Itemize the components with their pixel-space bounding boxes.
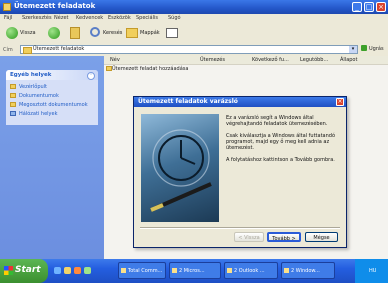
back-button-label[interactable]: Vissza <box>20 30 36 36</box>
scheduled-task-wizard: Ütemezett feladatok varázsló × Ez a vará… <box>133 96 347 248</box>
link-network-places[interactable]: Hálózati helyek <box>19 111 57 117</box>
wizard-instructions-text: Csak kiválasztja a Windows által futtata… <box>226 133 335 151</box>
list-item[interactable]: Ütemezett feladat hozzáadása <box>112 66 188 72</box>
quicklaunch-folder-icon[interactable] <box>64 267 71 274</box>
go-arrow-icon[interactable] <box>361 45 367 51</box>
collapse-chevron-icon[interactable]: ˄ <box>87 72 95 80</box>
address-dropdown-icon[interactable]: ▾ <box>349 46 357 53</box>
scheduled-tasks-folder-icon <box>3 3 11 11</box>
language-indicator[interactable]: HU <box>369 268 376 274</box>
menu-favorites[interactable]: Kedvencek <box>76 15 103 21</box>
control-panel-icon <box>10 84 16 89</box>
folders-button-label[interactable]: Mappák <box>140 30 160 36</box>
documents-icon <box>10 93 16 98</box>
taskbar-item-microsoft[interactable]: 2 Micros... <box>169 262 221 279</box>
other-places-panel: Egyéb helyek ˄ Vezérlőpult Dokumentumok … <box>6 70 98 125</box>
quicklaunch-media-icon[interactable] <box>74 267 81 274</box>
taskbar-item-total-commander[interactable]: Total Comm... <box>118 262 166 279</box>
search-button-label[interactable]: Keresés <box>103 30 122 36</box>
shared-documents-icon <box>10 102 16 107</box>
folder-icon <box>23 47 32 54</box>
quicklaunch-app-icon[interactable] <box>84 267 91 274</box>
taskbar-item-label: 2 Outlook ... <box>234 268 265 274</box>
address-bar: Cím Ütemezett feladatok ▾ Ugrás <box>0 43 388 57</box>
col-next-run[interactable]: Következő fu... <box>252 57 289 63</box>
taskbar-item-label: 2 Window... <box>291 268 320 274</box>
taskbar-item-label: 2 Micros... <box>179 268 205 274</box>
taskbar: Start Total Comm... 2 Micros... 2 Outloo… <box>0 259 388 283</box>
dialog-close-button[interactable]: × <box>336 98 344 106</box>
taskbar-item-label: Total Comm... <box>128 268 163 274</box>
microsoft-app-icon <box>172 268 177 273</box>
windows-explorer-icon <box>284 268 289 273</box>
col-status[interactable]: Állapot <box>340 57 357 63</box>
link-shared-documents[interactable]: Megosztott dokumentumok <box>19 102 88 108</box>
address-value: Ütemezett feladatok <box>33 46 85 52</box>
dialog-separator <box>140 227 340 229</box>
system-tray: HU <box>355 259 388 283</box>
total-commander-icon <box>121 268 126 273</box>
menu-help[interactable]: Súgó <box>168 15 181 21</box>
address-input[interactable]: Ütemezett feladatok ▾ <box>20 45 358 54</box>
link-control-panel[interactable]: Vezérlőpult <box>19 84 47 90</box>
col-name[interactable]: Név <box>110 57 120 63</box>
other-places-header[interactable]: Egyéb helyek ˄ <box>6 70 98 80</box>
windows-logo-icon <box>4 266 13 275</box>
wizard-clock-image <box>141 114 219 222</box>
forward-arrow-icon[interactable] <box>48 27 60 39</box>
go-button[interactable]: Ugrás <box>369 46 384 52</box>
col-schedule[interactable]: Ütemezés <box>200 57 225 63</box>
next-button[interactable]: Tovább > <box>267 232 301 242</box>
quicklaunch-ie-icon[interactable] <box>54 267 61 274</box>
start-label: Start <box>15 265 41 275</box>
back-arrow-icon[interactable] <box>6 27 18 39</box>
views-icon[interactable] <box>166 28 178 38</box>
wizard-intro-text: Ez a varázsló segít a Windows által végr… <box>226 115 328 127</box>
close-button[interactable]: × <box>376 2 386 12</box>
task-pane: Egyéb helyek ˄ Vezérlőpult Dokumentumok … <box>0 56 104 259</box>
maximize-button[interactable]: □ <box>364 2 374 12</box>
window-title: Ütemezett feladatok <box>14 2 96 10</box>
search-icon[interactable] <box>90 27 100 37</box>
outlook-icon <box>227 268 232 273</box>
menu-tools[interactable]: Eszközök <box>108 15 131 21</box>
taskbar-item-windows[interactable]: 2 Window... <box>281 262 335 279</box>
menu-edit[interactable]: Szerkesztés <box>22 15 52 21</box>
taskbar-item-outlook[interactable]: 2 Outlook ... <box>224 262 278 279</box>
cancel-button[interactable]: Mégse <box>305 232 338 242</box>
menu-bar: Fájl Szerkesztés Nézet Kedvencek Eszközö… <box>0 14 388 23</box>
wizard-continue-text: A folytatáshoz kattintson a Tovább gombr… <box>226 157 335 163</box>
menu-file[interactable]: Fájl <box>4 15 12 21</box>
dialog-title: Ütemezett feladatok varázsló <box>138 98 238 105</box>
back-button[interactable]: < Vissza <box>234 232 264 242</box>
folders-icon[interactable] <box>126 28 138 38</box>
toolbar: Vissza Keresés Mappák <box>0 23 388 44</box>
column-headers: Név Ütemezés Következő fu... Legutóbb...… <box>104 56 388 65</box>
window-titlebar[interactable]: Ütemezett feladatok _ □ × <box>0 0 388 14</box>
other-places-title: Egyéb helyek <box>10 72 52 78</box>
address-label: Cím <box>3 47 13 53</box>
start-button[interactable]: Start <box>0 259 48 283</box>
link-documents[interactable]: Dokumentumok <box>19 93 59 99</box>
dialog-titlebar[interactable]: Ütemezett feladatok varázsló × <box>134 97 346 107</box>
menu-view[interactable]: Nézet <box>54 15 68 21</box>
network-places-icon <box>10 111 16 116</box>
up-folder-icon[interactable] <box>70 27 80 39</box>
menu-advanced[interactable]: Speciális <box>136 15 158 21</box>
col-last-run[interactable]: Legutóbb... <box>300 57 328 63</box>
minimize-button[interactable]: _ <box>352 2 362 12</box>
